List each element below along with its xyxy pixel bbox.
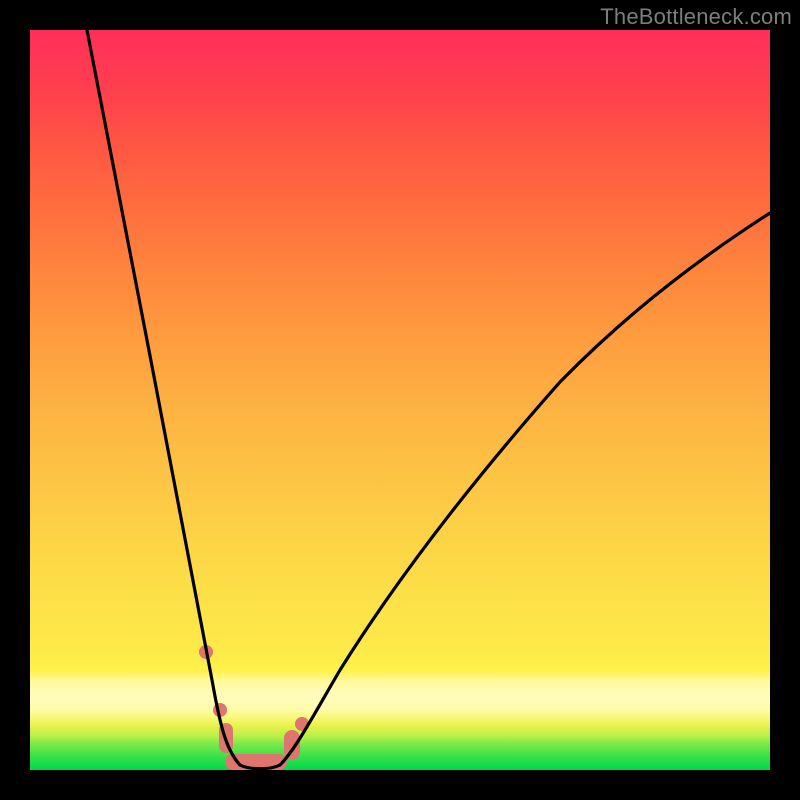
watermark-text: TheBottleneck.com bbox=[600, 4, 792, 30]
bottleneck-curve bbox=[87, 30, 770, 769]
curve-layer bbox=[30, 30, 770, 770]
chart-stage: TheBottleneck.com bbox=[0, 0, 800, 800]
